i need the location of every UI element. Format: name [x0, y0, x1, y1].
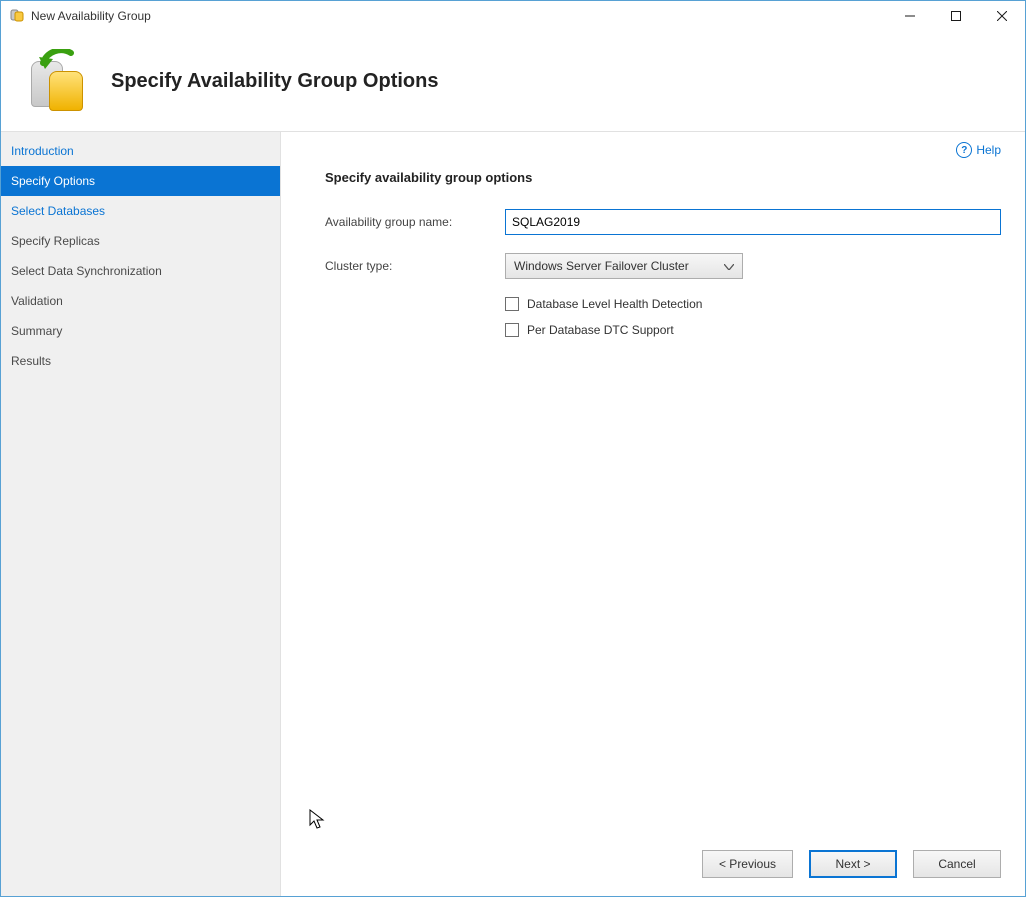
nav-select-data-sync: Select Data Synchronization [1, 256, 280, 286]
wizard-content: ? Help Specify availability group option… [281, 132, 1025, 896]
titlebar-left: New Availability Group [9, 7, 151, 26]
wizard-window: New Availability Group Specify Availabil… [0, 0, 1026, 897]
nav-select-databases[interactable]: Select Databases [1, 196, 280, 226]
chevron-down-icon [724, 259, 734, 273]
cancel-button[interactable]: Cancel [913, 850, 1001, 878]
wizard-header-icon [25, 49, 89, 113]
cluster-type-label: Cluster type: [325, 259, 505, 273]
row-cluster-type: Cluster type: Windows Server Failover Cl… [325, 253, 1001, 279]
wizard-header: Specify Availability Group Options [1, 31, 1025, 131]
window-title: New Availability Group [31, 9, 151, 23]
ag-name-input[interactable] [505, 209, 1001, 235]
refresh-arrow-icon [37, 49, 77, 73]
page-title: Specify Availability Group Options [111, 70, 438, 93]
dtc-support-label: Per Database DTC Support [527, 323, 674, 337]
content-top: ? Help [281, 132, 1025, 158]
content-inner: Specify availability group options Avail… [281, 158, 1025, 836]
nav-summary: Summary [1, 316, 280, 346]
next-button[interactable]: Next > [809, 850, 897, 878]
cluster-type-select[interactable]: Windows Server Failover Cluster [505, 253, 743, 279]
row-dtc-support: Per Database DTC Support [505, 323, 1001, 337]
app-icon [9, 7, 25, 26]
db-health-checkbox[interactable] [505, 297, 519, 311]
help-label: Help [976, 143, 1001, 157]
maximize-button[interactable] [933, 1, 979, 31]
wizard-body: Introduction Specify Options Select Data… [1, 131, 1025, 896]
nav-results: Results [1, 346, 280, 376]
checkbox-group: Database Level Health Detection Per Data… [505, 297, 1001, 337]
wizard-footer: < Previous Next > Cancel [281, 836, 1025, 896]
window-controls [887, 1, 1025, 31]
db-health-label: Database Level Health Detection [527, 297, 702, 311]
close-button[interactable] [979, 1, 1025, 31]
dtc-support-checkbox[interactable] [505, 323, 519, 337]
previous-button[interactable]: < Previous [702, 850, 793, 878]
minimize-button[interactable] [887, 1, 933, 31]
nav-introduction[interactable]: Introduction [1, 136, 280, 166]
section-heading: Specify availability group options [325, 170, 1001, 185]
cluster-type-value: Windows Server Failover Cluster [514, 259, 689, 273]
help-icon: ? [956, 142, 972, 158]
nav-validation: Validation [1, 286, 280, 316]
wizard-nav: Introduction Specify Options Select Data… [1, 132, 281, 896]
nav-specify-options[interactable]: Specify Options [1, 166, 280, 196]
nav-specify-replicas: Specify Replicas [1, 226, 280, 256]
row-db-health: Database Level Health Detection [505, 297, 1001, 311]
help-link[interactable]: ? Help [956, 142, 1001, 158]
titlebar: New Availability Group [1, 1, 1025, 31]
row-ag-name: Availability group name: [325, 209, 1001, 235]
ag-name-label: Availability group name: [325, 215, 505, 229]
